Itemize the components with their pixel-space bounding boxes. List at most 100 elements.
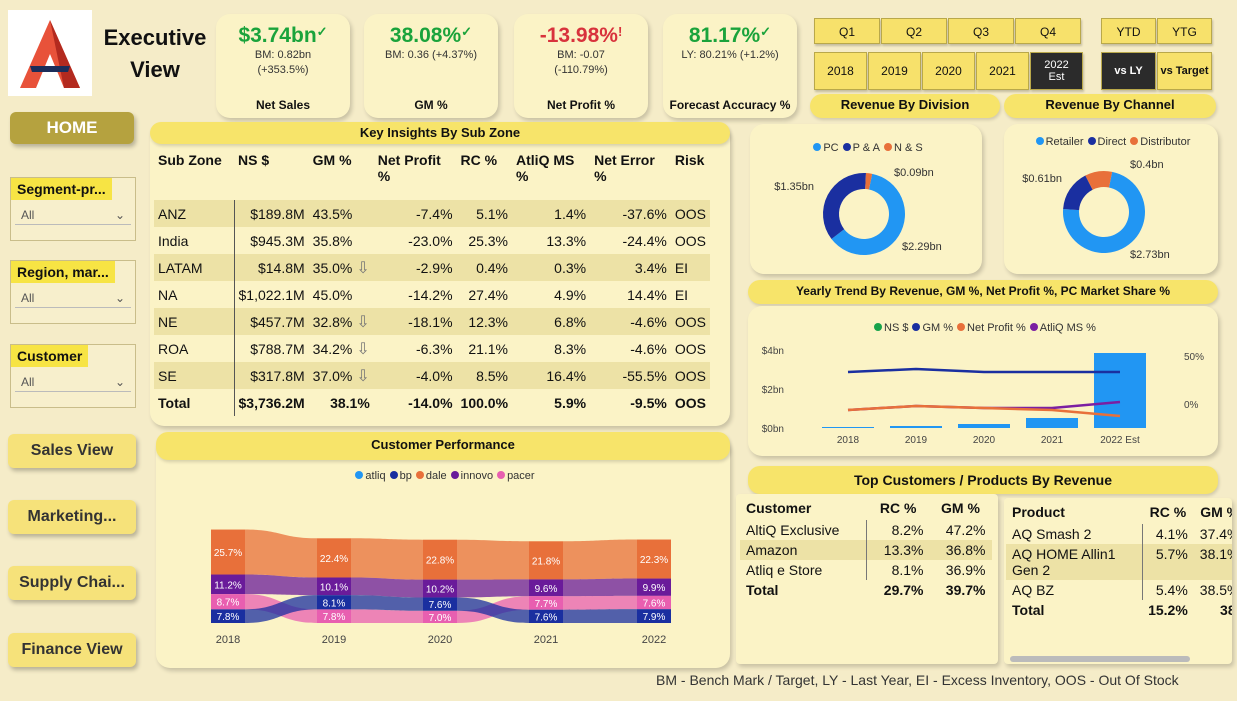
column-header[interactable]: RC % (457, 148, 512, 200)
revenue-bar[interactable] (890, 426, 942, 428)
chevron-down-icon: ⌄ (114, 208, 125, 222)
ribbon-bp[interactable] (563, 609, 637, 623)
trend-line[interactable] (847, 404, 1121, 418)
finance-view-button[interactable]: Finance View (8, 633, 136, 667)
horizontal-scrollbar[interactable] (1010, 656, 1190, 662)
y-axis-tick: $4bn (762, 346, 784, 357)
legend-label[interactable]: pacer (507, 470, 535, 482)
table-cell: $788.7M (250, 340, 305, 357)
table-cell: India (154, 227, 235, 254)
column-header[interactable]: GM % (929, 496, 991, 520)
legend-label[interactable]: innovo (461, 470, 493, 482)
table-cell: -24.4% (622, 232, 667, 249)
compare-button-1[interactable]: vs Target (1157, 52, 1212, 90)
quarter-button-q4[interactable]: Q4 (1015, 18, 1081, 44)
table-row: ROA $788.7M 34.2% ⇩ -6.3% 21.1% 8.3% -4.6% OOS (154, 335, 710, 362)
quarter-button-q2[interactable]: Q2 (881, 18, 947, 44)
ribbon-pacer[interactable] (563, 595, 637, 610)
table-cell: 25.3% (468, 232, 509, 249)
table-cell: EI (670, 254, 710, 281)
year-button-1[interactable]: 2019 (868, 52, 921, 90)
supply-chain-view-button[interactable]: Supply Chai... (8, 566, 136, 600)
table-cell: 13.3% (546, 232, 587, 249)
yearly-trend-chart: $4bn $2bn $0bn 50% 0% 2018 2019 2020 2021 2022 Es… (762, 346, 1204, 446)
ribbon-dale[interactable] (457, 539, 529, 580)
ribbon-pacer[interactable] (351, 609, 423, 623)
down-arrow-icon: ⇩ (356, 340, 370, 358)
slicer-dropdown[interactable]: All ⌄ (15, 206, 131, 225)
table-cell: 4.1% (1155, 526, 1188, 542)
trend-line[interactable] (847, 367, 1120, 374)
legend-label[interactable]: bp (400, 470, 412, 482)
ribbon-dale[interactable] (563, 539, 637, 580)
ribbon-dale[interactable] (351, 538, 423, 580)
y2-axis-tick: 0% (1184, 400, 1199, 411)
slicer-dropdown[interactable]: All ⌄ (15, 373, 131, 392)
slicer-dropdown[interactable]: All ⌄ (15, 289, 131, 308)
ribbon-dale[interactable] (245, 529, 317, 578)
column-header[interactable]: Risk (671, 148, 710, 200)
table-cell: 37.0% ⇩ (308, 362, 374, 389)
segment-slicer[interactable]: Segment-pr... All ⌄ (10, 177, 136, 241)
period-button-ytd[interactable]: YTD (1101, 18, 1156, 44)
x-axis-tick: 2021 (534, 634, 558, 646)
total-cell: $3,736.2M (234, 389, 309, 416)
segment-label: 9.6% (535, 584, 558, 595)
segment-label: 25.7% (214, 548, 242, 559)
table-cell: 36.8% (945, 542, 986, 558)
region-slicer[interactable]: Region, mar... All ⌄ (10, 260, 136, 324)
column-header[interactable]: GM % (309, 148, 374, 200)
column-header[interactable]: Net Error % (590, 148, 671, 200)
table-cell: 47.2% (945, 522, 986, 538)
column-header[interactable]: RC % (867, 496, 930, 520)
year-button-4[interactable]: 2022 Est (1030, 52, 1083, 90)
ribbon-innovo[interactable] (563, 578, 637, 597)
donut-slice[interactable] (823, 173, 866, 239)
home-button[interactable]: HOME (10, 112, 134, 144)
quarter-button-q1[interactable]: Q1 (814, 18, 880, 44)
marketing-view-button[interactable]: Marketing... (8, 500, 136, 534)
period-button-ytg[interactable]: YTG (1157, 18, 1212, 44)
column-header[interactable]: NS $ (234, 148, 309, 200)
compare-button-0[interactable]: vs LY (1101, 52, 1156, 90)
column-header[interactable]: Customer (740, 496, 867, 520)
table-cell: NE (154, 308, 235, 335)
revenue-bar[interactable] (1026, 418, 1078, 428)
kpi-label: Net Sales (255, 98, 311, 112)
legend-label[interactable]: atliq (365, 470, 385, 482)
legend-label[interactable]: dale (426, 470, 447, 482)
table-row: LATAM $14.8M 35.0% ⇩ -2.9% 0.4% 0.3% 3.4% EI (154, 254, 710, 281)
x-axis-tick: 2019 (905, 435, 928, 446)
total-cell: 38.1% (308, 389, 374, 416)
ribbon-innovo[interactable] (245, 574, 317, 596)
quarter-button-q3[interactable]: Q3 (948, 18, 1014, 44)
column-header[interactable]: AtliQ MS % (512, 148, 590, 200)
legend-dot (415, 471, 424, 479)
y2-axis-tick: 50% (1184, 352, 1204, 363)
table-cell: 36.9% (945, 562, 986, 578)
x-axis-tick: 2022 (642, 634, 666, 646)
revenue-channel-donut: $2.73bn $0.61bn $0.4bn (1022, 159, 1170, 261)
ribbon-innovo[interactable] (351, 577, 423, 598)
year-button-3[interactable]: 2021 (976, 52, 1029, 90)
table-cell: -4.6% (590, 308, 671, 335)
table-cell: OOS (670, 200, 710, 227)
slicer-value: All (21, 291, 35, 305)
customer-slicer[interactable]: Customer All ⌄ (10, 344, 136, 408)
revenue-bar[interactable] (1094, 353, 1146, 428)
revenue-bar[interactable] (958, 424, 1010, 428)
ribbon-innovo[interactable] (457, 579, 529, 598)
column-header[interactable]: Product (1006, 500, 1142, 524)
column-header[interactable]: RC % (1142, 500, 1194, 524)
table-cell: 8.2% (891, 522, 924, 538)
customer-performance-chart: 25.7% 11.2% 8.7% 7.8% 2018 22.4% 10.1% 7.8% 8.1%… (211, 529, 671, 646)
kpi-card-0: $3.74bn✓ BM: 0.82bn (+353.5%) Net Sales (216, 14, 350, 118)
column-header[interactable]: Net Profit % (374, 148, 457, 200)
column-header[interactable]: Sub Zone (154, 148, 234, 200)
ribbon-bp[interactable] (351, 595, 423, 611)
year-button-2[interactable]: 2020 (922, 52, 975, 90)
column-header[interactable]: GM % (1194, 500, 1232, 524)
year-button-0[interactable]: 2018 (814, 52, 867, 90)
revenue-bar[interactable] (822, 427, 874, 428)
sales-view-button[interactable]: Sales View (8, 434, 136, 468)
